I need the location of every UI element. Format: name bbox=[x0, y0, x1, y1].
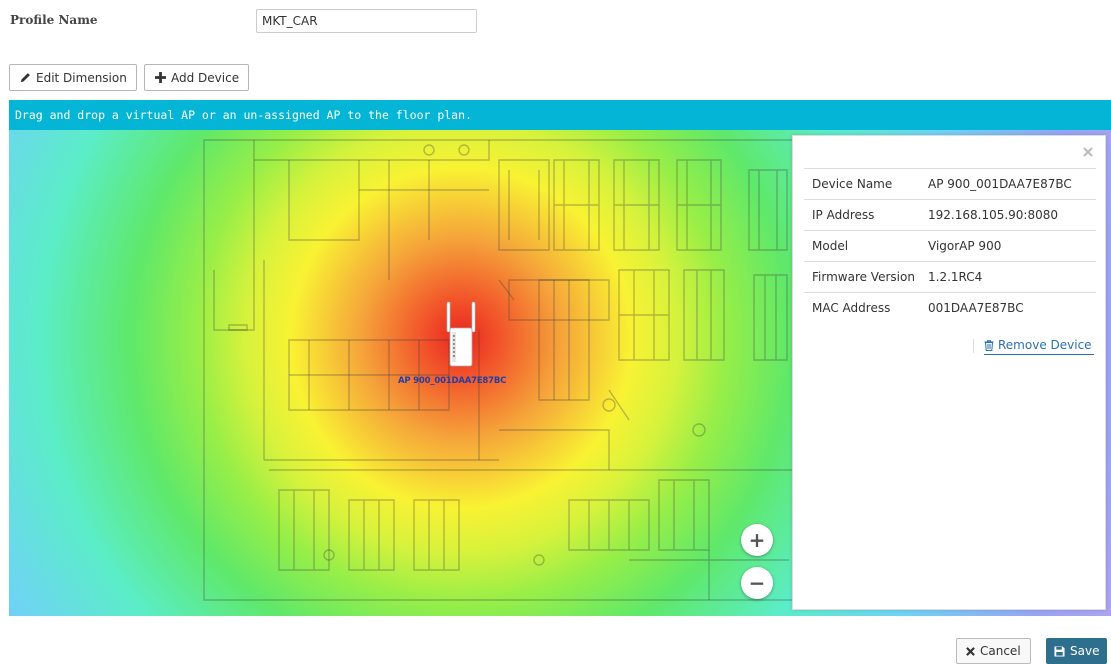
mac-address-value: 001DAA7E87BC bbox=[920, 292, 1096, 324]
remove-device-label: Remove Device bbox=[998, 338, 1092, 352]
close-icon bbox=[1083, 147, 1093, 157]
cancel-button[interactable]: Cancel bbox=[956, 638, 1031, 664]
profile-name-input[interactable] bbox=[256, 9, 477, 33]
table-row: Model VigorAP 900 bbox=[804, 230, 1096, 262]
close-icon bbox=[966, 646, 975, 656]
profile-name-label: Profile Name bbox=[10, 13, 98, 27]
save-button[interactable]: Save bbox=[1046, 638, 1108, 664]
table-row: Firmware Version 1.2.1RC4 bbox=[804, 261, 1096, 293]
access-point-marker[interactable] bbox=[441, 300, 481, 380]
edit-dimension-button[interactable]: Edit Dimension bbox=[9, 64, 137, 91]
cancel-label: Cancel bbox=[980, 644, 1021, 658]
table-row: MAC Address 001DAA7E87BC bbox=[804, 292, 1096, 324]
model-key: Model bbox=[804, 230, 920, 262]
instruction-banner: Drag and drop a virtual AP or an un-assi… bbox=[9, 100, 1111, 130]
device-name-key: Device Name bbox=[804, 168, 920, 200]
trash-icon bbox=[984, 339, 994, 351]
model-value: VigorAP 900 bbox=[920, 230, 1096, 262]
access-point-icon bbox=[446, 301, 476, 367]
remove-separator bbox=[973, 339, 974, 353]
edit-dimension-label: Edit Dimension bbox=[36, 70, 127, 85]
ip-address-key: IP Address bbox=[804, 199, 920, 231]
mac-address-key: MAC Address bbox=[804, 292, 920, 324]
device-name-value: AP 900_001DAA7E87BC bbox=[920, 168, 1096, 200]
table-row: IP Address 192.168.105.90:8080 bbox=[804, 199, 1096, 231]
device-info-table: Device Name AP 900_001DAA7E87BC IP Addre… bbox=[804, 168, 1096, 324]
floppy-disk-icon bbox=[1054, 645, 1065, 657]
device-info-panel: Device Name AP 900_001DAA7E87BC IP Addre… bbox=[792, 135, 1106, 610]
zoom-in-glyph: + bbox=[748, 528, 766, 552]
firmware-version-value: 1.2.1RC4 bbox=[920, 261, 1096, 293]
access-point-label: AP 900_001DAA7E87BC bbox=[398, 376, 507, 386]
save-label: Save bbox=[1070, 644, 1100, 658]
firmware-version-key: Firmware Version bbox=[804, 261, 920, 293]
plus-icon bbox=[154, 72, 166, 84]
zoom-in-button[interactable]: + bbox=[741, 524, 773, 556]
pencil-icon bbox=[19, 72, 31, 84]
close-panel-button[interactable] bbox=[1081, 145, 1095, 159]
table-row: Device Name AP 900_001DAA7E87BC bbox=[804, 168, 1096, 200]
zoom-out-button[interactable]: − bbox=[741, 567, 773, 599]
ip-address-value: 192.168.105.90:8080 bbox=[920, 199, 1096, 231]
remove-device-link[interactable]: Remove Device bbox=[984, 338, 1094, 355]
zoom-out-glyph: − bbox=[748, 571, 766, 595]
add-device-button[interactable]: Add Device bbox=[144, 64, 250, 91]
add-device-label: Add Device bbox=[171, 70, 240, 85]
